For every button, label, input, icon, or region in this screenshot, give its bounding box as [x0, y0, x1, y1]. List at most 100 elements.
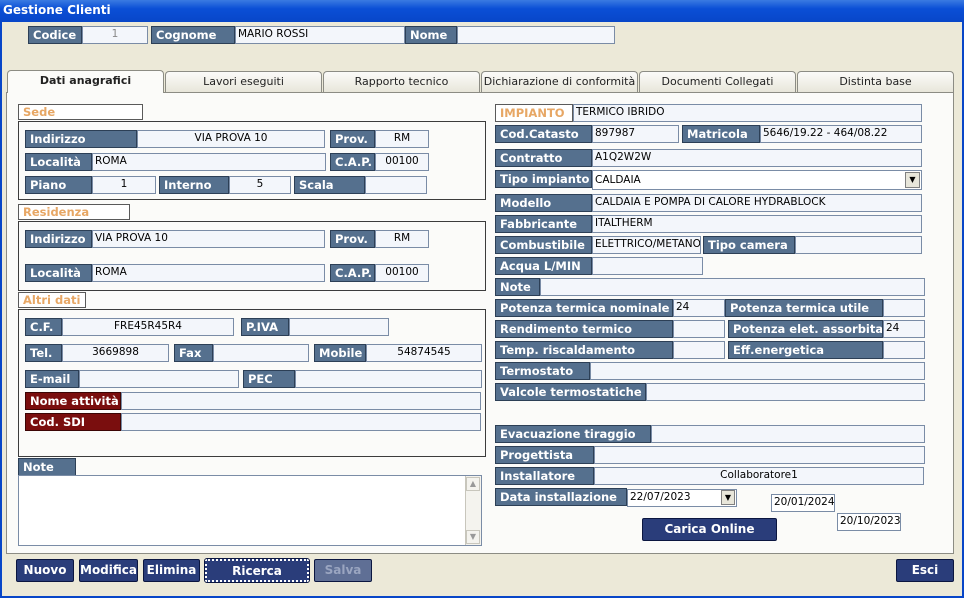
pec-field[interactable] [295, 370, 482, 388]
installatore-field[interactable]: Collaboratore1 [594, 467, 924, 485]
tipo-camera-field[interactable] [795, 236, 922, 254]
valvole-label: Valcole termostatiche [495, 383, 646, 401]
tipo-camera-label: Tipo camera [703, 236, 795, 254]
note-textarea[interactable] [18, 475, 482, 546]
impianto-title: IMPIANTO [495, 104, 573, 122]
sede-cap-label: C.A.P. [330, 153, 375, 171]
nome-label: Nome [405, 26, 457, 44]
sede-piano-field[interactable]: 1 [92, 176, 156, 194]
piva-label: P.IVA [241, 318, 289, 336]
termostato-label: Termostato [495, 362, 590, 380]
tab-dichiarazione-conformita[interactable]: Dichiarazione di conformità [481, 71, 638, 92]
progettista-label: Progettista [495, 446, 594, 464]
elimina-button[interactable]: Elimina [143, 559, 200, 582]
sede-indirizzo-label: Indirizzo [25, 130, 137, 148]
nome-attivita-label: Nome attività [25, 392, 121, 410]
sede-localita-field[interactable]: ROMA [92, 153, 326, 171]
cf-label: C.F. [25, 318, 62, 336]
window-title: Gestione Clienti [0, 0, 964, 22]
email-field[interactable] [79, 370, 239, 388]
scroll-up-icon[interactable]: ▲ [466, 477, 480, 491]
temp-riscaldamento-field[interactable] [673, 341, 725, 359]
sede-scala-field[interactable] [365, 176, 427, 194]
contratto-field[interactable]: A1Q2W2W [592, 149, 922, 167]
evacuazione-label: Evacuazione tiraggio [495, 425, 651, 443]
tipo-impianto-label: Tipo impianto [495, 170, 592, 188]
nome-field[interactable] [457, 26, 615, 44]
residenza-prov-field[interactable]: RM [375, 230, 429, 248]
modello-field[interactable]: CALDAIA E POMPA DI CALORE HYDRABLOCK [592, 194, 922, 212]
tab-documenti-collegati[interactable]: Documenti Collegati [639, 71, 796, 92]
cf-field[interactable]: FRE45R45R4 [62, 318, 234, 336]
sede-title: Sede [18, 104, 143, 120]
matricola-field[interactable]: 5646/19.22 - 464/08.22 [760, 125, 922, 143]
residenza-prov-label: Prov. [330, 230, 375, 248]
valvole-field[interactable] [646, 383, 925, 401]
combustibile-field[interactable]: ELETTRICO/METANO [592, 236, 701, 254]
scroll-down-icon[interactable]: ▼ [466, 530, 480, 544]
altri-dati-title: Altri dati [18, 292, 86, 308]
sede-prov-field[interactable]: RM [375, 130, 429, 148]
fax-field[interactable] [213, 344, 309, 362]
codice-field[interactable]: 1 [82, 26, 148, 44]
combustibile-label: Combustibile [495, 236, 592, 254]
cognome-field[interactable]: MARIO ROSSI [235, 26, 405, 44]
tab-rapporto-tecnico[interactable]: Rapporto tecnico [323, 71, 480, 92]
ricerca-button[interactable]: Ricerca [204, 558, 310, 583]
mobile-field[interactable]: 54874545 [366, 344, 482, 362]
mobile-label: Mobile [314, 344, 366, 362]
fabbricante-label: Fabbricante [495, 215, 592, 233]
acqua-label: Acqua L/MIN [495, 257, 592, 275]
tab-dati-anagrafici[interactable]: Dati anagrafici [7, 70, 164, 93]
tel-field[interactable]: 3669898 [62, 344, 169, 362]
progettista-field[interactable] [594, 446, 925, 464]
nome-attivita-field[interactable] [121, 392, 481, 410]
impianto-note-label: Note [495, 278, 540, 296]
potenza-nominale-field[interactable]: 24 [673, 299, 725, 317]
sede-indirizzo-field[interactable]: VIA PROVA 10 [137, 130, 325, 148]
date-readout-2: 20/10/2023 [837, 513, 901, 531]
calendar-dropdown-icon[interactable]: ▼ [721, 490, 735, 505]
tipo-impianto-select[interactable]: CALDAIA [592, 170, 922, 190]
acqua-field[interactable] [592, 257, 703, 275]
installatore-label: Installatore [495, 467, 594, 485]
modifica-button[interactable]: Modifica [79, 559, 138, 582]
tab-distinta-base[interactable]: Distinta base [797, 71, 954, 92]
residenza-localita-field[interactable]: ROMA [92, 264, 325, 282]
evacuazione-field[interactable] [651, 425, 925, 443]
modello-label: Modello [495, 194, 592, 212]
fabbricante-field[interactable]: ITALTHERM [592, 215, 922, 233]
rendimento-field[interactable] [673, 320, 725, 338]
esci-button[interactable]: Esci [896, 559, 954, 582]
potenza-utile-field[interactable] [883, 299, 925, 317]
tab-lavori-eseguiti[interactable]: Lavori eseguiti [165, 71, 322, 92]
temp-riscaldamento-label: Temp. riscaldamento [495, 341, 673, 359]
impianto-note-field[interactable] [540, 278, 925, 296]
catasto-field[interactable]: 897987 [592, 125, 679, 143]
potenza-elet-field[interactable]: 24 [883, 320, 925, 338]
sede-cap-field[interactable]: 00100 [375, 153, 429, 171]
salva-button[interactable]: Salva [314, 559, 372, 582]
carica-online-button[interactable]: Carica Online [642, 518, 777, 541]
potenza-elet-label: Potenza elet. assorbita [728, 320, 883, 338]
sede-scala-label: Scala [294, 176, 365, 194]
residenza-cap-field[interactable]: 00100 [375, 264, 429, 282]
eff-energetica-field[interactable] [883, 341, 925, 359]
nuovo-button[interactable]: Nuovo [16, 559, 74, 582]
pec-label: PEC [243, 370, 295, 388]
data-installazione-label: Data installazione [495, 488, 627, 506]
piva-field[interactable] [289, 318, 389, 336]
sede-interno-label: Interno [159, 176, 229, 194]
cod-sdi-field[interactable] [121, 413, 481, 431]
potenza-utile-label: Potenza termica utile [725, 299, 883, 317]
residenza-indirizzo-field[interactable]: VIA PROVA 10 [92, 230, 325, 248]
matricola-label: Matricola [682, 125, 760, 143]
sede-prov-label: Prov. [330, 130, 375, 148]
tel-label: Tel. [25, 344, 62, 362]
chevron-down-icon[interactable]: ▼ [905, 172, 920, 188]
codice-label: Codice [28, 26, 82, 44]
residenza-title: Residenza [18, 204, 130, 220]
termostato-field[interactable] [590, 362, 925, 380]
sede-interno-field[interactable]: 5 [229, 176, 291, 194]
impianto-field[interactable]: TERMICO IBRIDO [573, 104, 922, 122]
